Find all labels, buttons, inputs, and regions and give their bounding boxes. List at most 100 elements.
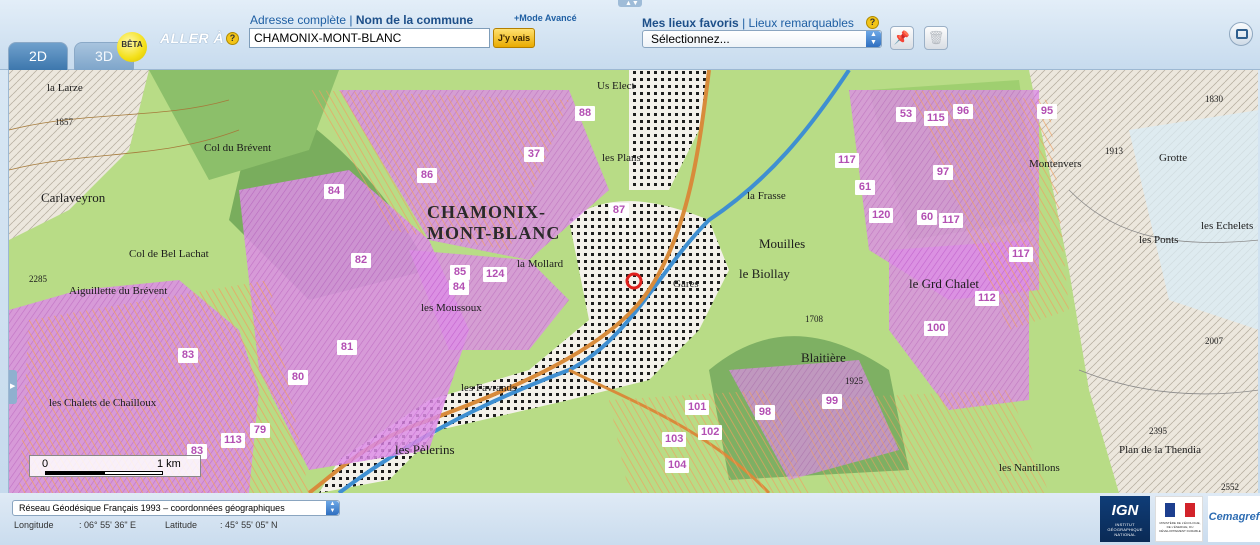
link-commune-name[interactable]: Nom de la commune [356,13,473,27]
place-label: la Mollard [517,258,564,270]
search-input[interactable] [249,28,490,48]
place-label: le Grd Chalet [909,276,980,291]
cemagref-logo[interactable]: Cemagref [1208,496,1260,542]
zone-number[interactable]: 117 [835,153,859,168]
zone-number[interactable]: 61 [855,180,875,195]
zone-number[interactable]: 100 [924,321,949,336]
select-arrows-icon: ▲ ▼ [866,31,881,47]
zone-number[interactable]: 97 [933,165,953,180]
add-favorite-button[interactable]: 📌 [890,26,914,50]
elevation-label: 1913 [1105,146,1123,156]
zone-number[interactable]: 102 [698,425,723,440]
elevation-label: 2552 [1221,482,1239,492]
place-label: Us Elect [597,80,635,92]
link-remarkable-places[interactable]: Lieux remarquables [749,16,854,30]
advanced-mode-link[interactable]: +Mode Avancé [514,13,577,23]
scale-bar-graphic [45,471,163,475]
link-separator: | [742,16,746,30]
place-label: Aiguillette du Brévent [69,285,168,297]
elevation-label: 1830 [1205,94,1223,104]
top-toolbar: ▲▼ 2D 3D BÊTA ALLER À ? Adresse complète… [0,0,1260,70]
place-label: Grotte [1159,152,1188,164]
zone-number[interactable]: 98 [755,405,775,420]
goto-mode-links: Adresse complète | Nom de la commune [250,13,473,27]
zone-number[interactable]: 96 [953,104,973,119]
place-label: Plan de la Thendia [1119,444,1201,456]
pin-icon: 📌 [893,30,911,45]
zone-number[interactable]: 88 [575,106,595,121]
scale-end: 1 km [157,458,181,470]
zone-number[interactable]: 99 [822,394,842,409]
collapse-toolbar-handle[interactable]: ▲▼ [618,0,642,7]
zone-number[interactable]: 83 [178,348,198,363]
place-label: le Biollay [739,266,790,281]
elevation-label: 2395 [1149,426,1167,436]
place-label: les Echelets [1201,220,1254,232]
favorites-select-value: Sélectionnez... [651,32,730,46]
link-my-favorites[interactable]: Mes lieux favoris [642,16,739,30]
zone-number[interactable]: 80 [288,370,308,385]
zone-number[interactable]: 115 [924,111,948,126]
latitude-label: Latitude [165,520,198,530]
elevation-label: 2285 [29,274,47,284]
place-label: Blaitière [801,350,846,365]
zone-number[interactable]: 37 [524,147,544,162]
elevation-label: 1925 [845,376,863,386]
ign-logo[interactable]: IGN INSTITUT GÉOGRAPHIQUE NATIONAL [1100,496,1150,542]
zone-number[interactable]: 53 [896,107,916,122]
chevron-up-icon: ▲▼ [625,0,639,7]
zone-number[interactable]: 104 [665,458,690,473]
zone-number[interactable]: 86 [417,168,437,183]
zone-number[interactable]: 120 [869,208,894,223]
map-view[interactable]: ▶ la Larze Col du Brévent Carlaveyron Co… [8,70,1258,493]
longitude-label: Longitude [14,520,54,530]
tab-2d[interactable]: 2D [8,42,68,70]
coordinate-system-value: Réseau Géodésique Français 1993 – coordo… [19,503,285,513]
place-label: Mouilles [759,236,806,251]
longitude-value: : 06° 55' 36" E [79,520,137,530]
place-label: Montenvers [1029,158,1082,170]
place-label-city: CHAMONIX-MONT-BLANC [427,202,561,243]
zone-number[interactable]: 60 [917,210,937,225]
zone-number[interactable]: 117 [1009,247,1033,262]
side-panel-handle[interactable]: ▶ [9,370,17,404]
zone-number[interactable]: 95 [1037,104,1057,119]
help-icon[interactable]: ? [866,16,879,29]
go-button[interactable]: J'y vais [493,28,535,48]
zone-number[interactable]: 82 [351,253,371,268]
link-full-address[interactable]: Adresse complète [250,13,346,27]
place-label: Col de Bel Lachat [129,248,209,260]
zone-number[interactable]: 103 [662,432,687,447]
goto-label: ALLER À [160,30,225,46]
zone-number[interactable]: 112 [975,291,999,306]
zone-number[interactable]: 84 [324,184,344,199]
zone-number[interactable]: 81 [337,340,357,355]
zone-number[interactable]: 79 [250,423,270,438]
scale-bar: 0 1 km [29,455,201,477]
place-label: les Favrands [461,382,517,394]
place-label: Carlaveyron [41,190,106,205]
place-label: les Moussoux [421,302,482,314]
bottom-bar: Réseau Géodésique Français 1993 – coordo… [0,493,1260,545]
zone-number[interactable]: 117 [939,213,963,228]
zone-number[interactable]: 124 [483,267,508,282]
help-icon[interactable]: ? [226,32,239,45]
republique-francaise-logo[interactable]: MINISTÈRE DE L'ÉCOLOGIE, DE L'ÉNERGIE, D… [1155,496,1203,542]
place-label: Col du Brévent [204,142,272,154]
delete-favorite-button[interactable]: 🗑 [924,26,948,50]
latitude-value: : 45° 55' 05" N [220,520,278,530]
zone-number[interactable]: 87 [609,203,629,218]
zone-number[interactable]: 84 [449,280,469,295]
place-label: Gares [673,278,699,290]
link-separator: | [349,13,353,27]
coordinate-system-select[interactable]: Réseau Géodésique Français 1993 – coordo… [12,500,340,516]
zone-number[interactable]: 85 [450,265,470,280]
place-label: les Chalets de Chailloux [49,397,157,409]
zone-number[interactable]: 113 [221,433,245,448]
map-canvas [9,70,1258,493]
french-flag-icon [1165,503,1195,517]
place-label: la Frasse [747,190,786,202]
favorites-select[interactable]: Sélectionnez... ▲ ▼ [642,30,882,48]
fullscreen-button[interactable] [1229,22,1253,46]
zone-number[interactable]: 101 [685,400,710,415]
